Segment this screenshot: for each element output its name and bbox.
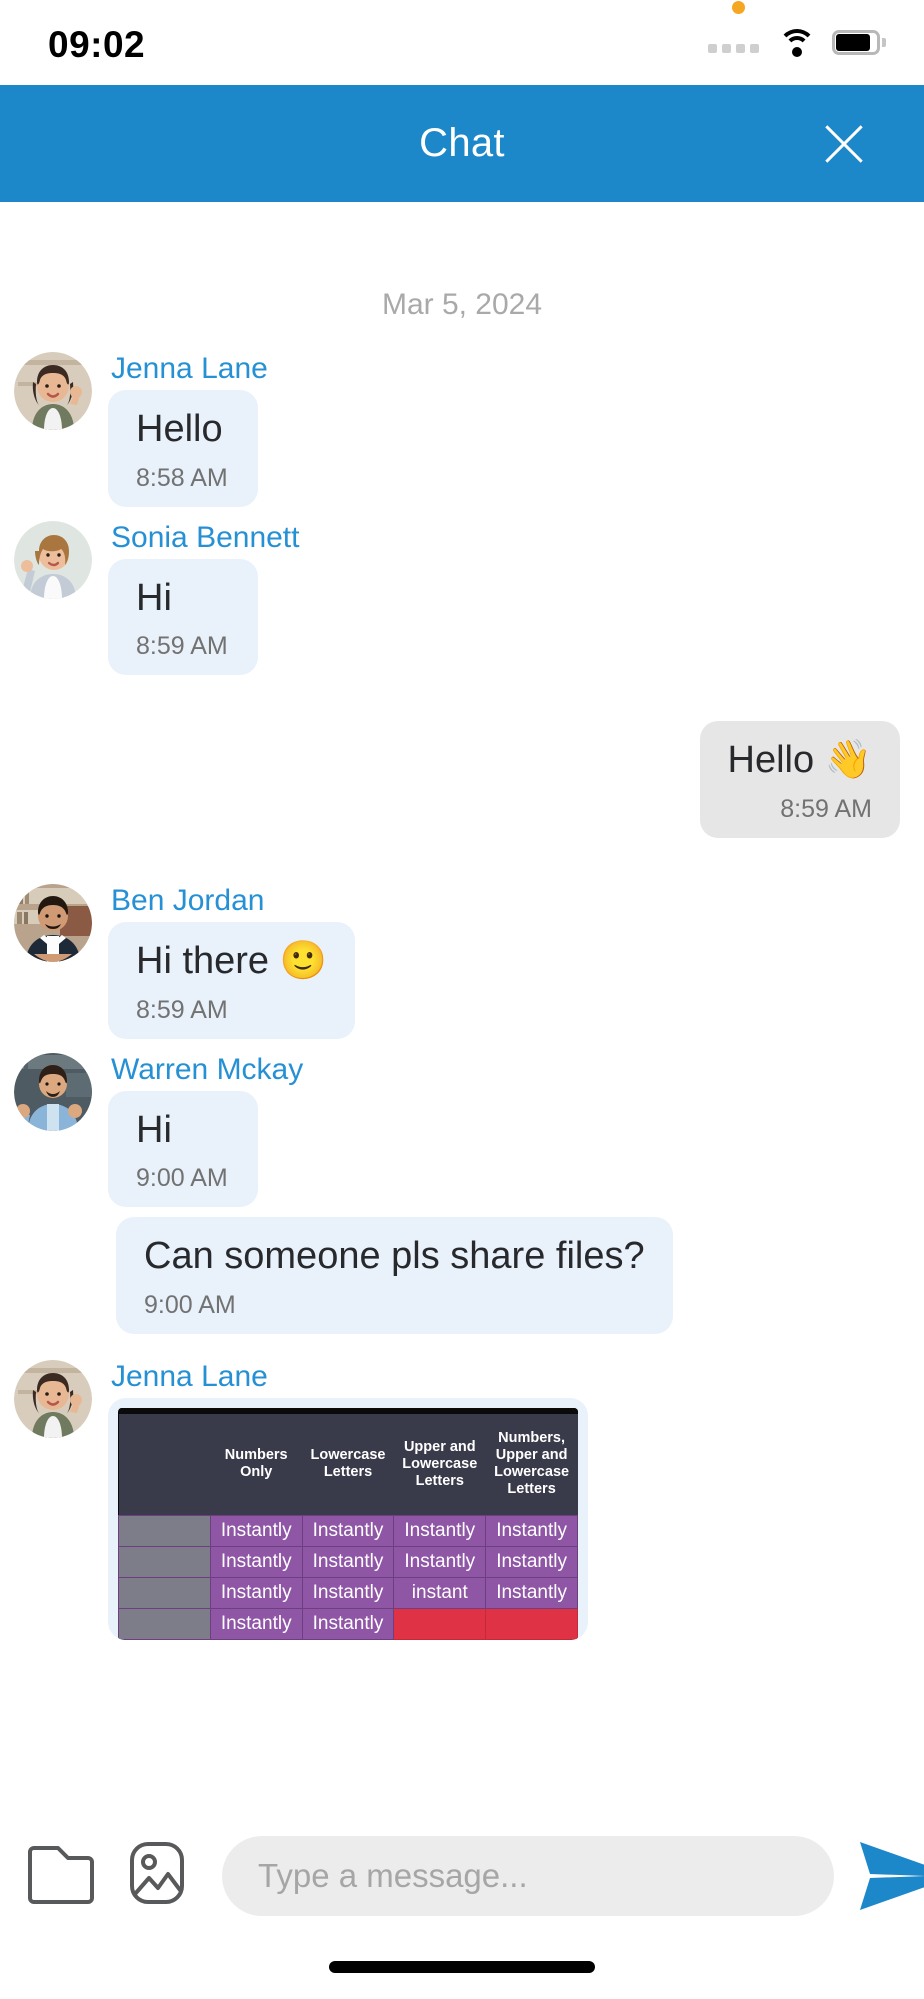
table-cell: Instantly xyxy=(485,1576,578,1609)
message-time: 8:59 AM xyxy=(136,632,228,661)
message-text: Hello xyxy=(136,408,223,450)
avatar[interactable] xyxy=(14,352,92,430)
message-row: Can someone pls share files? 9:00 AM xyxy=(0,1217,924,1335)
message-bubble[interactable]: Hi 8:59 AM xyxy=(108,558,258,676)
message-bubble[interactable]: Hi 9:00 AM xyxy=(108,1090,258,1208)
message-bubble[interactable]: Can someone pls share files? 9:00 AM xyxy=(116,1217,673,1335)
message-bubble[interactable]: Hello 8:58 AM xyxy=(108,390,258,507)
table-header-cell: Lowercase Letters xyxy=(302,1414,394,1516)
message-row-outgoing: Hello 👋 8:59 AM xyxy=(0,721,924,839)
table-header-cell: Numbers, Upper and Lowercase Letters xyxy=(485,1414,578,1516)
message-sender: Warren Mckay xyxy=(111,1052,304,1086)
message-row: Jenna Lane Numbers Only Lowercase Letter… xyxy=(0,1360,924,1640)
date-separator: Mar 5, 2024 xyxy=(381,288,543,321)
wifi-icon xyxy=(778,28,816,57)
table-cell: Instantly xyxy=(301,1576,395,1609)
message-bubble[interactable]: Hello 👋 8:59 AM xyxy=(699,721,900,839)
table-cell: Instantly xyxy=(301,1607,395,1640)
table-cell: Instantly xyxy=(301,1545,395,1578)
message-content: Ben Jordan Hi there 🙂 8:59 AM xyxy=(108,884,355,1039)
avatar[interactable] xyxy=(14,1360,92,1439)
page-title: Chat xyxy=(419,121,505,165)
avatar[interactable] xyxy=(14,884,92,963)
table-cell-alert xyxy=(485,1607,578,1640)
message-time: 8:59 AM xyxy=(136,995,228,1024)
home-indicator xyxy=(329,1961,595,1973)
avatar[interactable] xyxy=(14,520,92,599)
signal-dots-icon xyxy=(708,44,759,53)
message-sender: Ben Jordan xyxy=(111,884,265,918)
message-text: Hi xyxy=(136,1108,172,1151)
table-cell: Instantly xyxy=(209,1576,303,1609)
folder-icon[interactable] xyxy=(24,1836,98,1910)
message-text: Hi xyxy=(136,576,172,619)
password-strength-table: Numbers Only Lowercase Letters Upper and… xyxy=(118,1408,578,1640)
message-input[interactable] xyxy=(222,1836,834,1916)
table-cell: Instantly xyxy=(209,1514,303,1547)
message-text: Hi there 🙂 xyxy=(136,940,327,983)
table-cell: Instantly xyxy=(393,1514,487,1547)
message-list[interactable]: Mar 5, 2024 Jenna Lane Hello 8:58 AM Son… xyxy=(0,202,924,1802)
message-sender: Jenna Lane xyxy=(111,1360,268,1394)
image-icon[interactable] xyxy=(120,1836,194,1910)
message-row: Jenna Lane Hello 8:58 AM xyxy=(0,352,924,507)
message-content: Can someone pls share files? 9:00 AM xyxy=(116,1217,673,1335)
message-time: 8:59 AM xyxy=(780,795,872,824)
table-row: Instantly Instantly Instantly Instantly xyxy=(118,1545,578,1578)
table-header-cell: Upper and Lowercase Letters xyxy=(393,1414,486,1516)
message-content: Jenna Lane Numbers Only Lowercase Letter… xyxy=(108,1360,588,1640)
table-cell: Instantly xyxy=(393,1545,487,1578)
recording-dot-icon xyxy=(732,0,745,14)
status-bar: 09:02 xyxy=(0,0,924,85)
send-icon[interactable] xyxy=(856,1836,924,1916)
battery-icon xyxy=(832,30,886,55)
status-icons xyxy=(708,0,886,57)
message-row: Sonia Bennett Hi 8:59 AM xyxy=(0,520,924,676)
message-content: Sonia Bennett Hi 8:59 AM xyxy=(108,521,299,676)
table-cell: Instantly xyxy=(209,1607,303,1640)
message-sender: Jenna Lane xyxy=(111,352,268,385)
table-cell-alert xyxy=(393,1607,487,1640)
attachment-image[interactable]: Numbers Only Lowercase Letters Upper and… xyxy=(118,1408,578,1640)
table-cell: instant xyxy=(393,1576,487,1609)
message-text: Hello 👋 xyxy=(727,739,872,782)
status-time: 09:02 xyxy=(48,24,146,65)
message-content: Warren Mckay Hi 9:00 AM xyxy=(108,1053,303,1208)
message-sender: Sonia Bennett xyxy=(111,520,300,554)
message-row: Ben Jordan Hi there 🙂 8:59 AM xyxy=(0,884,924,1039)
avatar[interactable] xyxy=(14,1052,92,1131)
message-bubble[interactable]: Hi there 🙂 8:59 AM xyxy=(108,922,355,1039)
table-row: Instantly Instantly Instantly Instantly xyxy=(118,1514,578,1547)
table-cell: Instantly xyxy=(301,1514,395,1547)
message-time: 9:00 AM xyxy=(144,1291,236,1320)
table-header-cell: Numbers Only xyxy=(210,1414,303,1516)
app-header: Chat xyxy=(0,85,924,202)
table-row: Instantly Instantly instant Instantly xyxy=(118,1576,578,1609)
close-icon[interactable] xyxy=(816,116,872,172)
message-bubble-attachment[interactable]: Numbers Only Lowercase Letters Upper and… xyxy=(108,1398,588,1640)
message-composer xyxy=(0,1802,924,1999)
message-time: 8:58 AM xyxy=(136,463,228,492)
table-row: Instantly Instantly xyxy=(118,1607,578,1640)
message-time: 9:00 AM xyxy=(136,1164,228,1193)
message-content: Jenna Lane Hello 8:58 AM xyxy=(108,352,268,507)
message-row: Warren Mckay Hi 9:00 AM xyxy=(0,1052,924,1208)
table-cell: Instantly xyxy=(485,1545,578,1578)
table-cell: Instantly xyxy=(209,1545,303,1578)
table-cell: Instantly xyxy=(485,1514,578,1547)
table-header-row: Numbers Only Lowercase Letters Upper and… xyxy=(118,1414,578,1516)
message-text: Can someone pls share files? xyxy=(144,1235,645,1278)
